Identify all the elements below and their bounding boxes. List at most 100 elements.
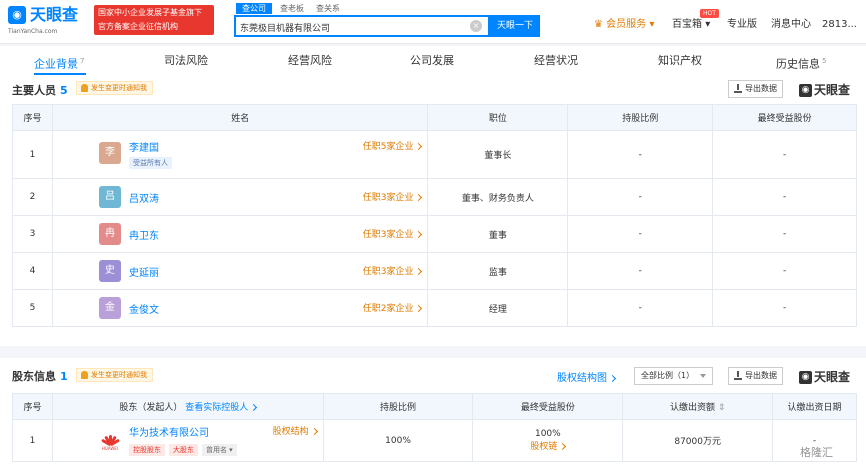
posts-link[interactable]: 任职3家企业 xyxy=(363,227,423,240)
ratio-cell: 100% xyxy=(322,419,474,462)
tab-operation[interactable]: 经营状况 xyxy=(534,46,578,76)
col-benefit: 最终受益股份 xyxy=(712,104,857,131)
holder-name[interactable]: 华为技术有限公司 xyxy=(129,424,209,439)
active-tab-indicator xyxy=(34,73,86,75)
vip-service[interactable]: ♛ 会员服务 ▾ xyxy=(594,18,654,32)
capital-cell: 87000万元 xyxy=(622,419,774,462)
personnel-export-button[interactable]: 导出数据 xyxy=(728,80,783,98)
benefit-cell: - xyxy=(712,289,857,327)
crown-icon: ♛ xyxy=(594,19,603,30)
gov-badge-line2: 官方备案企业征信机构 xyxy=(98,22,178,31)
search-button[interactable]: 天眼一下 xyxy=(490,15,540,37)
benefit-cell: - xyxy=(712,178,857,216)
person-name[interactable]: 冉卫东 xyxy=(129,227,159,242)
alias-tag[interactable]: 曾用名 ▾ xyxy=(201,444,237,456)
clear-icon[interactable]: × xyxy=(470,20,482,32)
shareholders-export-button[interactable]: 导出数据 xyxy=(728,367,783,385)
logo[interactable]: ◉ 天眼查 TianYanCha.com xyxy=(8,6,90,38)
equity-structure-link[interactable]: 股权结构图 xyxy=(557,369,617,384)
personnel-title: 主要人员 5 xyxy=(12,84,68,97)
person-name[interactable]: 史延丽 xyxy=(129,264,159,279)
chevron-right-icon xyxy=(415,304,423,313)
actual-controller-link[interactable]: 查看实际控股人 xyxy=(185,403,258,413)
chevron-right-icon xyxy=(310,427,318,436)
share-cell: - xyxy=(567,130,714,179)
shareholders-title: 股东信息 1 xyxy=(12,370,68,383)
search-tab-relation[interactable]: 查关系 xyxy=(316,3,340,14)
benefit-cell: - xyxy=(712,252,857,290)
table-row: 1 HUAWEI 华为技术有限公司 控股股东 大股东 曾用名 ▾ 股权结构 100% xyxy=(12,419,857,462)
row-index: 5 xyxy=(12,289,53,327)
col-capital: 认缴出资额 ⇕ xyxy=(622,393,774,420)
holder-tags: 控股股东 大股东 曾用名 ▾ xyxy=(128,444,241,456)
col-share: 持股比例 xyxy=(567,104,714,131)
download-icon xyxy=(734,371,742,380)
posts-link[interactable]: 任职3家企业 xyxy=(363,264,423,277)
position-cell: 董事长 xyxy=(427,130,569,179)
col-date: 认缴出资日期 xyxy=(772,393,857,420)
person-name[interactable]: 李建国 xyxy=(129,139,159,154)
avatar: 金 xyxy=(98,297,121,319)
tianyancha-brand: ◉ 天眼查 xyxy=(799,81,850,98)
chevron-right-icon xyxy=(415,193,423,202)
personnel-table: 序号 姓名 职位 持股比例 最终受益股份 1 李 李建国 受益所有人 任职5家企… xyxy=(12,104,857,327)
table-row: 2 吕 吕双涛 任职3家企业 董事、财务负责人 - - xyxy=(12,178,857,216)
huawei-logo-icon: HUAWEI xyxy=(99,431,121,451)
posts-link[interactable]: 任职5家企业 xyxy=(363,139,423,152)
pro-version-link[interactable]: 专业版 xyxy=(727,18,757,32)
avatar: 史 xyxy=(98,260,121,282)
table-row: 5 金 金俊文 任职2家企业 经理 - - xyxy=(12,289,857,327)
logo-eye-icon: ◉ xyxy=(799,371,812,384)
tab-business-risk[interactable]: 经营风险 xyxy=(288,46,332,76)
equity-chain-link[interactable]: 股权链 xyxy=(473,439,622,452)
search-tab-boss[interactable]: 查老板 xyxy=(280,3,304,14)
shareholders-section: 股东信息 1 发生变更时通知我 股权结构图 全部比例（1） 导出数据 ◉ 天眼查 序… xyxy=(0,358,866,470)
table-row: 3 冉 冉卫东 任职3家企业 董事 - - xyxy=(12,215,857,253)
row-index: 3 xyxy=(12,215,53,253)
ratio-select[interactable]: 全部比例（1） xyxy=(634,367,714,385)
tab-history[interactable]: 历史信息 5 xyxy=(776,46,826,76)
tab-background[interactable]: 企业背景 7 xyxy=(34,46,84,76)
table-row: 1 李 李建国 受益所有人 任职5家企业 董事长 - - xyxy=(12,130,857,179)
col-holder: 股东（发起人） 查看实际控股人 xyxy=(51,393,324,420)
tab-ip[interactable]: 知识产权 xyxy=(658,46,702,76)
position-cell: 董事、财务负责人 xyxy=(427,178,569,216)
search-input[interactable] xyxy=(240,20,460,34)
structure-link[interactable]: 股权结构 xyxy=(273,424,318,437)
benefit-cell: 100% 股权链 xyxy=(472,419,624,462)
personnel-section: 主要人员 5 发生变更时通知我 导出数据 ◉ 天眼查 序号 姓名 职位 持股比例 最… xyxy=(0,76,866,346)
holder-cell: HUAWEI 华为技术有限公司 控股股东 大股东 曾用名 ▾ 股权结构 xyxy=(51,419,324,462)
col-name: 姓名 xyxy=(51,104,429,131)
position-cell: 经理 xyxy=(427,289,569,327)
table-row: 4 史 史延丽 任职3家企业 监事 - - xyxy=(12,252,857,290)
baibaoxiang-label: 百宝箱 xyxy=(672,19,702,30)
benefit-cell: - xyxy=(712,215,857,253)
table-header: 序号 姓名 职位 持股比例 最终受益股份 xyxy=(12,104,857,131)
vip-label: 会员服务 xyxy=(606,19,647,30)
shareholders-notify-button[interactable]: 发生变更时通知我 xyxy=(76,368,153,382)
personnel-count: 5 xyxy=(60,84,68,97)
baibaoxiang-menu[interactable]: 百宝箱 ▾ xyxy=(672,18,710,32)
person-cell: 金 金俊文 任职2家企业 xyxy=(51,289,429,327)
chevron-right-icon xyxy=(415,142,423,151)
logo-eye-icon: ◉ xyxy=(799,84,812,97)
person-name[interactable]: 金俊文 xyxy=(129,301,159,316)
personnel-notify-button[interactable]: 发生变更时通知我 xyxy=(76,81,153,95)
caret-down-icon xyxy=(700,374,707,378)
col-index: 序号 xyxy=(12,393,53,420)
caret-down-icon: ▾ xyxy=(649,19,655,30)
search-tab-company[interactable]: 查公司 xyxy=(236,3,272,14)
share-cell: - xyxy=(567,289,714,327)
search-box: × xyxy=(234,15,490,37)
posts-link[interactable]: 任职2家企业 xyxy=(363,301,423,314)
person-name[interactable]: 吕双涛 xyxy=(129,190,159,205)
caret-down-icon: ▾ xyxy=(705,19,711,30)
sort-icon[interactable]: ⇕ xyxy=(718,403,726,413)
posts-link[interactable]: 任职3家企业 xyxy=(363,190,423,203)
avatar: 冉 xyxy=(98,223,121,245)
message-center-link[interactable]: 消息中心 xyxy=(771,18,811,32)
bell-icon xyxy=(81,84,88,92)
tab-development[interactable]: 公司发展 xyxy=(410,46,454,76)
user-menu[interactable]: 2813... xyxy=(822,18,857,32)
tab-legal-risk[interactable]: 司法风险 xyxy=(164,46,208,76)
